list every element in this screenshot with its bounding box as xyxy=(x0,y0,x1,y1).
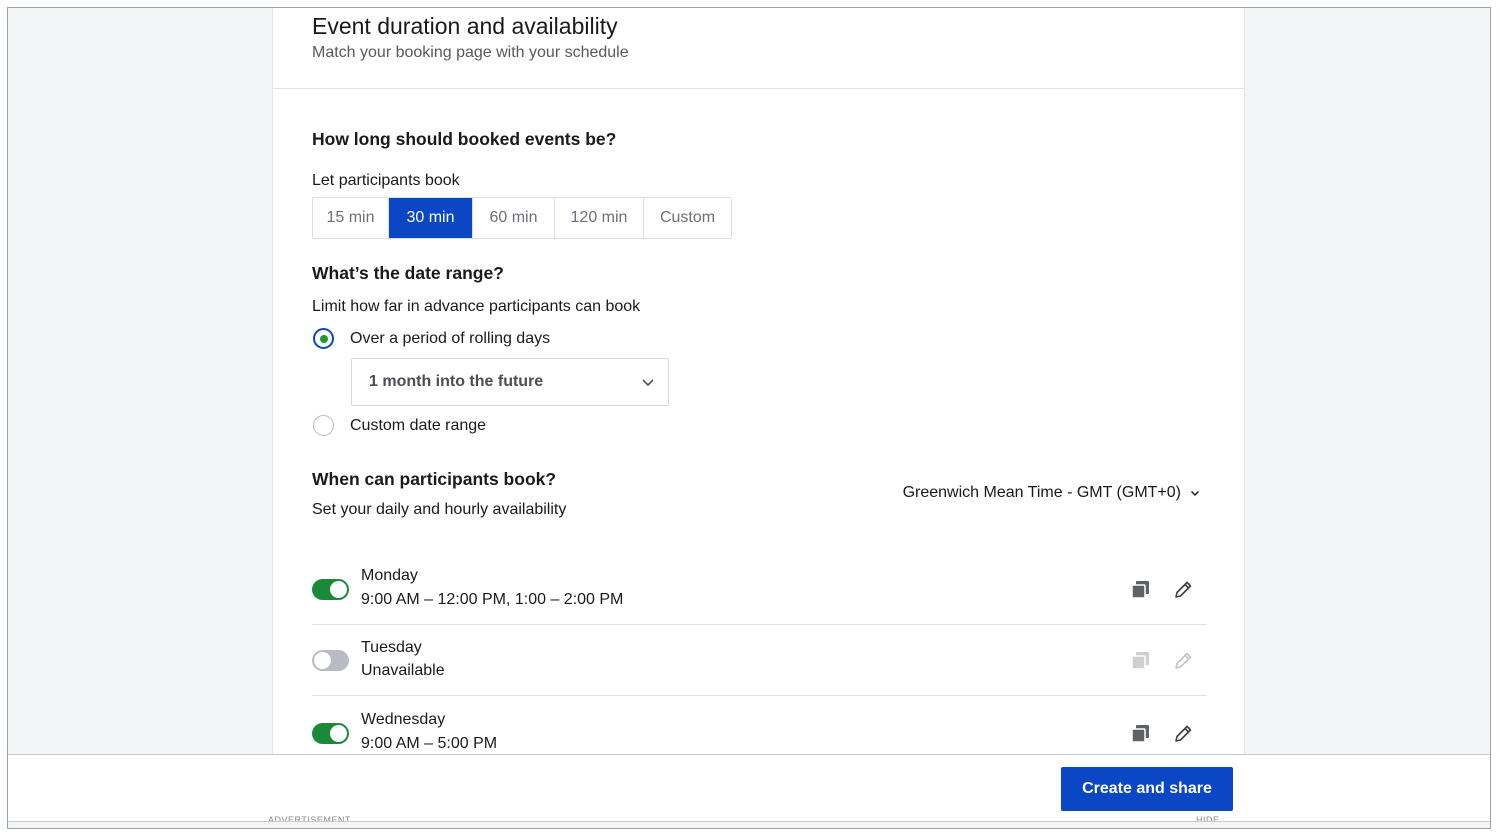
advertisement-label: ADVERTISEMENT xyxy=(268,815,351,821)
settings-card: Event duration and availability Match yo… xyxy=(272,8,1245,768)
pencil-icon[interactable] xyxy=(1172,723,1194,745)
toggle-knob xyxy=(314,652,331,669)
day-name: Tuesday xyxy=(361,639,422,656)
page-subtitle: Match your booking page with your schedu… xyxy=(312,44,629,61)
monday-toggle[interactable] xyxy=(312,579,349,600)
duration-option-15[interactable]: 15 min xyxy=(313,198,389,238)
timezone-value: Greenwich Mean Time - GMT (GMT+0) xyxy=(902,484,1181,501)
rolling-days-label: Over a period of rolling days xyxy=(350,329,551,347)
chevron-down-icon xyxy=(1190,490,1200,497)
card-header: Event duration and availability Match yo… xyxy=(273,8,1244,89)
toggle-knob xyxy=(330,581,347,598)
date-range-label: Limit how far in advance participants ca… xyxy=(312,298,641,315)
duration-label: Let participants book xyxy=(312,172,460,189)
rolling-days-option[interactable]: Over a period of rolling days xyxy=(313,328,550,349)
copy-icon[interactable] xyxy=(1130,579,1152,601)
timezone-select[interactable]: Greenwich Mean Time - GMT (GMT+0) xyxy=(903,484,1201,502)
duration-selector: 15 min 30 min 60 min 120 min Custom xyxy=(312,197,732,239)
toggle-knob xyxy=(330,725,347,742)
day-hours: Unavailable xyxy=(361,662,445,679)
duration-option-120[interactable]: 120 min xyxy=(555,198,644,238)
app-window: Event duration and availability Match yo… xyxy=(7,7,1491,829)
day-hours: 9:00 AM – 5:00 PM xyxy=(361,735,498,752)
day-name: Wednesday xyxy=(361,711,446,728)
duration-option-60[interactable]: 60 min xyxy=(473,198,555,238)
custom-date-range-option[interactable]: Custom date range xyxy=(313,415,486,436)
rolling-days-value: 1 month into the future xyxy=(369,373,544,390)
custom-date-range-radio[interactable] xyxy=(313,415,334,436)
day-name: Monday xyxy=(361,567,418,584)
footer-bar: Create and share xyxy=(8,754,1490,822)
create-and-share-button[interactable]: Create and share xyxy=(1061,767,1233,811)
copy-icon[interactable] xyxy=(1130,650,1152,672)
availability-heading: When can participants book? xyxy=(312,469,557,489)
rolling-days-select[interactable]: 1 month into the future xyxy=(351,358,669,406)
page-title: Event duration and availability xyxy=(312,13,618,39)
wednesday-toggle[interactable] xyxy=(312,723,349,744)
rolling-days-radio[interactable] xyxy=(313,328,334,349)
chevron-down-icon xyxy=(642,379,654,387)
custom-date-range-label: Custom date range xyxy=(350,416,487,434)
day-row-monday: Monday 9:00 AM – 12:00 PM, 1:00 – 2:00 P… xyxy=(312,554,1207,625)
date-range-heading: What’s the date range? xyxy=(312,263,504,283)
duration-option-custom[interactable]: Custom xyxy=(644,198,731,238)
day-hours: 9:00 AM – 12:00 PM, 1:00 – 2:00 PM xyxy=(361,591,624,608)
day-row-tuesday: Tuesday Unavailable xyxy=(312,625,1207,696)
copy-icon[interactable] xyxy=(1130,723,1152,745)
duration-option-30[interactable]: 30 min xyxy=(389,198,473,238)
pencil-icon[interactable] xyxy=(1172,650,1194,672)
availability-label: Set your daily and hourly availability xyxy=(312,501,567,518)
tuesday-toggle[interactable] xyxy=(312,650,349,671)
duration-heading: How long should booked events be? xyxy=(312,129,617,149)
pencil-icon[interactable] xyxy=(1172,579,1194,601)
hide-ad-link[interactable]: HIDE xyxy=(1196,815,1220,821)
